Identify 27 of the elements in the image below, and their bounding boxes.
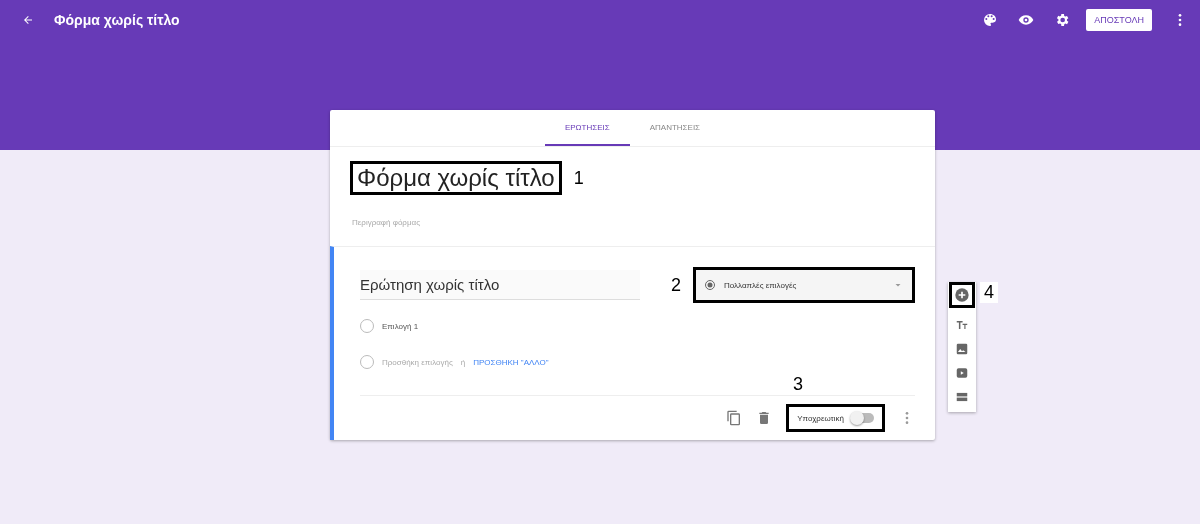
question-title-field[interactable]: Ερώτηση χωρίς τίτλο	[360, 270, 640, 300]
tab[interactable]: ΑΠΑΝΤΗΣΕΙΣ	[629, 110, 721, 146]
or-label: ή	[460, 357, 466, 367]
add-other-link[interactable]: ΠΡΟΣΘΗΚΗ "ΑΛΛΟ"	[473, 357, 549, 367]
settings-icon[interactable]	[1054, 12, 1071, 28]
required-toggle[interactable]	[852, 413, 874, 423]
callout-number: 1	[573, 167, 584, 189]
text-icon[interactable]	[955, 318, 969, 332]
image-icon[interactable]	[955, 342, 969, 356]
tab[interactable]: ΕΡΩΤΗΣΕΙΣ	[544, 110, 630, 146]
back-arrow-icon[interactable]	[22, 14, 34, 26]
required-label: Υποχρεωτική	[797, 413, 844, 423]
section-icon[interactable]	[955, 390, 969, 404]
send-button[interactable]: ΑΠΟΣΤΟΛΗ	[1086, 9, 1152, 31]
radio-icon[interactable]	[704, 279, 716, 291]
form-title-field[interactable]: Φόρμα χωρίς τίτλο	[357, 164, 555, 192]
callout-number: 4	[980, 282, 998, 303]
eye-icon[interactable]	[1018, 12, 1035, 28]
callout-number: 3	[793, 374, 803, 395]
question-type-dropdown[interactable]: Πολλαπλές επιλογές	[696, 270, 912, 300]
option-label[interactable]: Επιλογή 1	[382, 321, 419, 331]
palette-icon[interactable]	[982, 12, 999, 28]
copy-icon[interactable]	[726, 410, 743, 426]
callout-number: 2	[671, 274, 681, 296]
video-icon[interactable]	[955, 366, 969, 380]
form-title: Φόρμα χωρίς τίτλο	[54, 12, 181, 28]
add-circle-icon[interactable]	[954, 287, 970, 303]
